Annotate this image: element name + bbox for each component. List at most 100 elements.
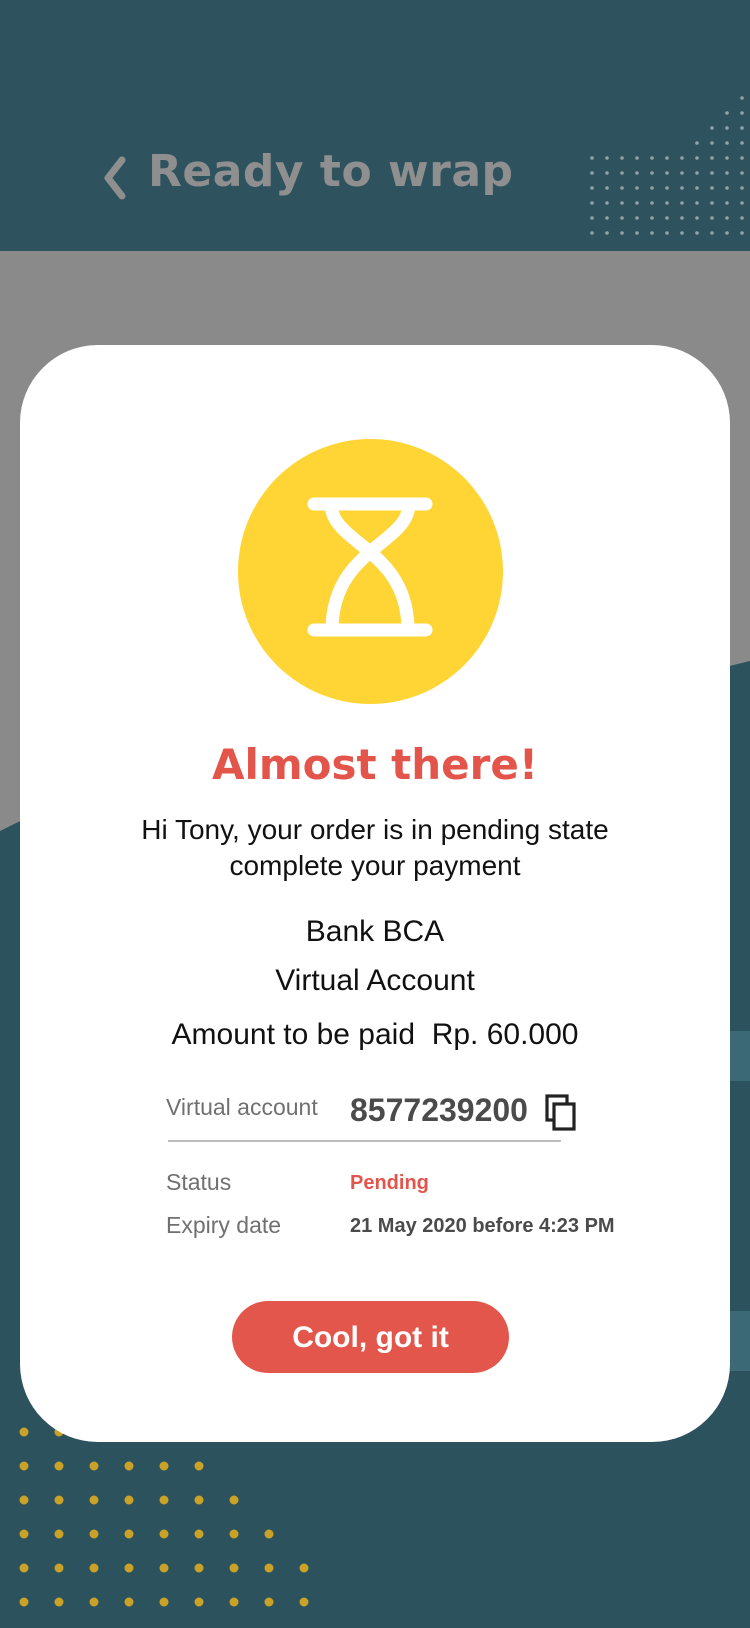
decorative-dot [620, 156, 624, 160]
decorative-dot [229, 1597, 239, 1607]
decorative-dot [725, 126, 729, 130]
decorative-dot [725, 171, 729, 175]
decorative-dot [725, 216, 729, 220]
decorative-dot [159, 1597, 169, 1607]
decorative-dot [19, 1427, 29, 1437]
decorative-dot [710, 186, 714, 190]
decorative-dot [54, 1495, 64, 1505]
decorative-dots-top [590, 96, 744, 235]
decorative-dot [740, 96, 744, 100]
decorative-dot [650, 231, 654, 235]
decorative-dot [635, 186, 639, 190]
message-line-1: Hi Tony, your order is in pending state [141, 814, 609, 845]
decorative-dot [680, 156, 684, 160]
decorative-dot [89, 1495, 99, 1505]
decorative-dot [590, 171, 594, 175]
decorative-dot [695, 141, 699, 145]
decorative-dot [19, 1529, 29, 1539]
decorative-dot [665, 201, 669, 205]
confirm-button[interactable]: Cool, got it [232, 1301, 509, 1373]
decorative-dot [650, 171, 654, 175]
decorative-dot [740, 201, 744, 205]
decorative-dot [695, 186, 699, 190]
decorative-dot [194, 1529, 204, 1539]
decorative-dots-bottom [19, 1427, 309, 1607]
decorative-dot [620, 186, 624, 190]
decorative-dot [635, 231, 639, 235]
decorative-dot [194, 1563, 204, 1573]
decorative-dot [89, 1597, 99, 1607]
decorative-dot [590, 156, 594, 160]
decorative-dot [605, 186, 609, 190]
decorative-dot [19, 1495, 29, 1505]
message-line-2: complete your payment [229, 850, 521, 881]
decorative-dot [194, 1461, 204, 1471]
decorative-dot [635, 216, 639, 220]
decorative-dot [299, 1563, 309, 1573]
decorative-dot [695, 201, 699, 205]
decorative-dot [665, 156, 669, 160]
decorative-dot [725, 186, 729, 190]
page-title: Ready to wrap [148, 146, 514, 197]
decorative-dot [665, 216, 669, 220]
decorative-dot [710, 231, 714, 235]
decorative-dot [605, 201, 609, 205]
decorative-dot [605, 156, 609, 160]
decorative-dot [635, 171, 639, 175]
decorative-dot [680, 171, 684, 175]
decorative-dot [725, 141, 729, 145]
dialog-heading: Almost there! [211, 740, 539, 789]
decorative-dot [740, 141, 744, 145]
decorative-dot [620, 171, 624, 175]
decorative-dot [19, 1461, 29, 1471]
decorative-dot [89, 1461, 99, 1471]
decorative-dot [710, 156, 714, 160]
decorative-dot [740, 171, 744, 175]
decorative-dot [725, 156, 729, 160]
decorative-dot [635, 201, 639, 205]
decorative-dot [194, 1597, 204, 1607]
decorative-dot [194, 1495, 204, 1505]
decorative-dot [680, 216, 684, 220]
amount-row: Amount to be paid Rp. 60.000 [0, 1018, 750, 1052]
decorative-dot [740, 231, 744, 235]
decorative-dot [264, 1529, 274, 1539]
decorative-dot [54, 1529, 64, 1539]
decorative-dot [665, 186, 669, 190]
copy-icon[interactable] [543, 1094, 579, 1132]
decorative-dot [54, 1461, 64, 1471]
decorative-dot [159, 1495, 169, 1505]
decorative-dot [650, 156, 654, 160]
decorative-dot [159, 1529, 169, 1539]
decorative-dot [725, 111, 729, 115]
decorative-dot [89, 1529, 99, 1539]
decorative-dot [19, 1597, 29, 1607]
decorative-dot [740, 216, 744, 220]
decorative-dot [159, 1563, 169, 1573]
amount-value: Rp. 60.000 [431, 1018, 579, 1051]
decorative-dot [695, 216, 699, 220]
decorative-dot [620, 216, 624, 220]
decorative-dot [19, 1563, 29, 1573]
decorative-dot [725, 231, 729, 235]
hourglass-icon [307, 497, 433, 637]
decorative-dot [740, 111, 744, 115]
decorative-dot [620, 231, 624, 235]
decorative-dot [740, 156, 744, 160]
decorative-dot [590, 231, 594, 235]
expiry-value: 21 May 2020 before 4:23 PM [350, 1215, 615, 1237]
decorative-dot [299, 1597, 309, 1607]
decorative-dot [635, 156, 639, 160]
decorative-dot [605, 216, 609, 220]
chevron-left-icon[interactable] [96, 150, 136, 206]
divider [168, 1140, 561, 1142]
decorative-dot [159, 1461, 169, 1471]
decorative-dot [710, 126, 714, 130]
decorative-dot [124, 1563, 134, 1573]
decorative-dot [124, 1495, 134, 1505]
decorative-dot [590, 216, 594, 220]
decorative-dot [710, 201, 714, 205]
decorative-dot [725, 201, 729, 205]
decorative-dot [680, 201, 684, 205]
decorative-dot [229, 1495, 239, 1505]
